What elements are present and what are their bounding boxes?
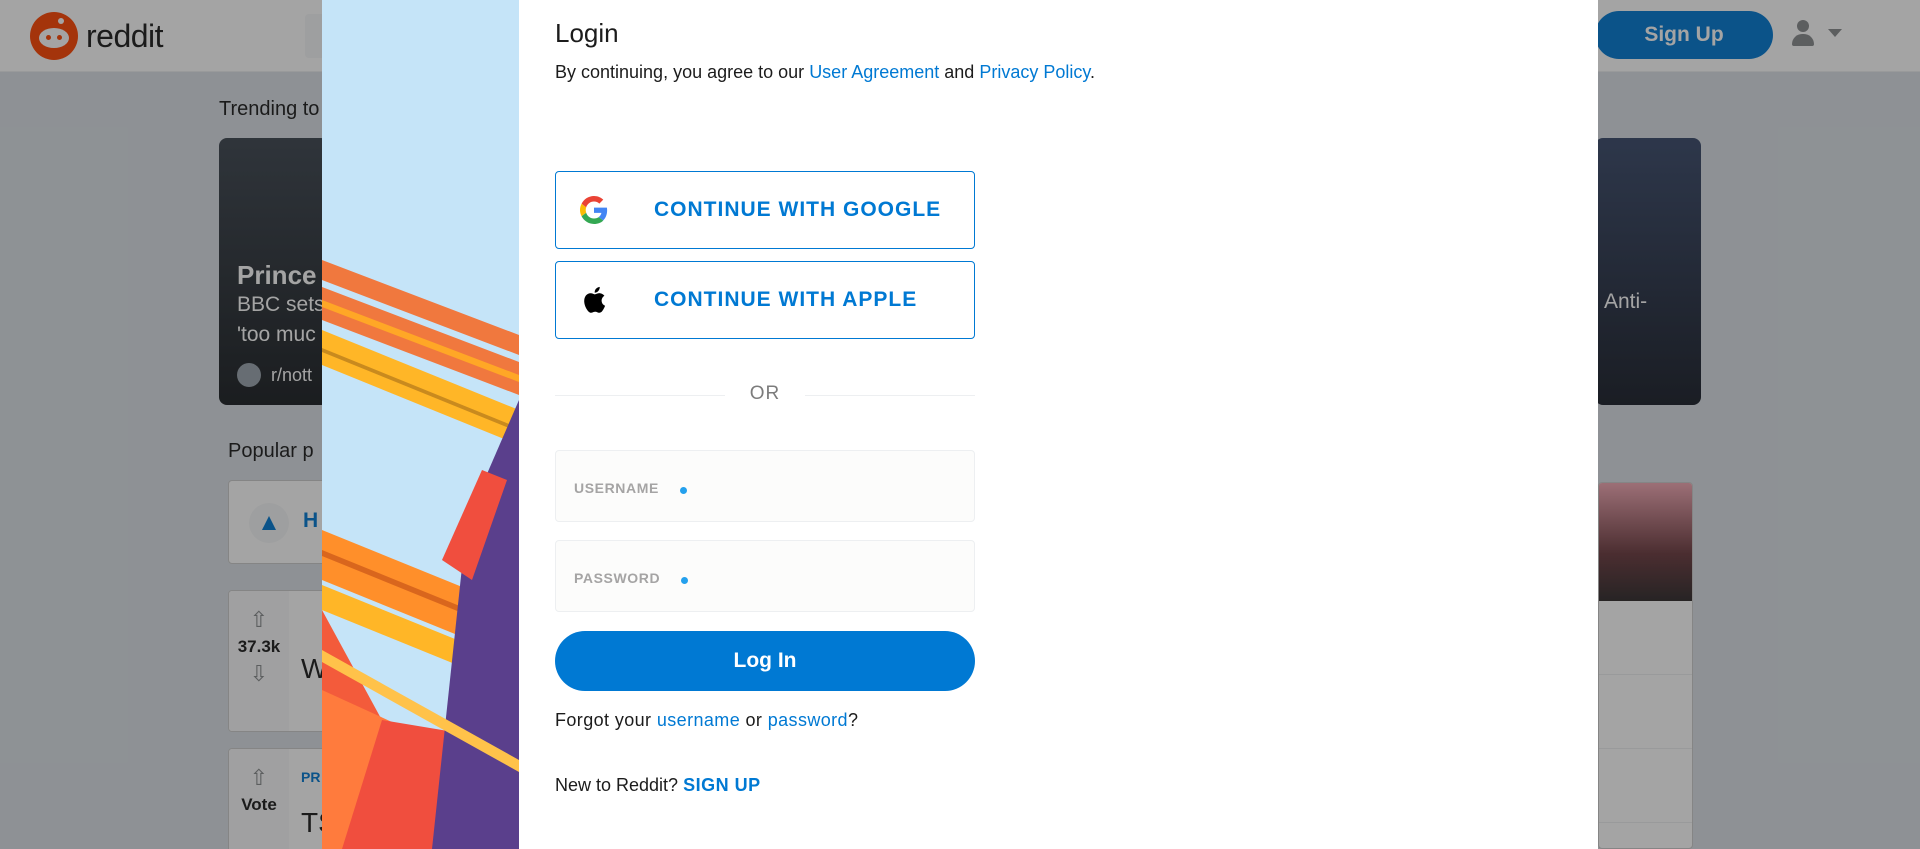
agreement-text: By continuing, you agree to our User Agr… — [555, 62, 1096, 82]
apple-button-label: CONTINUE WITH APPLE — [654, 288, 918, 311]
login-title: Login — [555, 18, 619, 48]
signup-link[interactable]: SIGN UP — [683, 775, 761, 795]
apple-icon — [580, 286, 608, 314]
or-label: OR — [749, 383, 781, 404]
continue-with-apple-button[interactable]: CONTINUE WITH APPLE — [555, 261, 975, 339]
google-button-label: CONTINUE WITH GOOGLE — [654, 198, 942, 221]
login-modal: Login By continuing, you agree to our Us… — [322, 0, 1598, 849]
google-icon — [580, 196, 608, 224]
continue-with-google-button[interactable]: CONTINUE WITH GOOGLE — [555, 171, 975, 249]
artwork-illustration — [322, 260, 519, 849]
new-to-reddit-text: New to Reddit? SIGN UP — [555, 775, 761, 795]
forgot-username-link[interactable]: username — [657, 710, 740, 730]
username-field[interactable]: USERNAME — [555, 450, 975, 522]
forgot-password-link[interactable]: password — [768, 710, 848, 730]
password-field[interactable]: PASSWORD — [555, 540, 975, 612]
username-input[interactable] — [556, 451, 974, 521]
login-button[interactable]: Log In — [555, 631, 975, 691]
login-form: Login By continuing, you agree to our Us… — [555, 0, 1255, 849]
or-divider: OR — [555, 383, 975, 407]
password-input[interactable] — [556, 541, 974, 611]
decorative-artwork — [322, 0, 519, 849]
privacy-policy-link[interactable]: Privacy Policy — [979, 62, 1090, 82]
forgot-credentials-text: Forgot your username or password? — [555, 710, 859, 730]
user-agreement-link[interactable]: User Agreement — [809, 62, 939, 82]
